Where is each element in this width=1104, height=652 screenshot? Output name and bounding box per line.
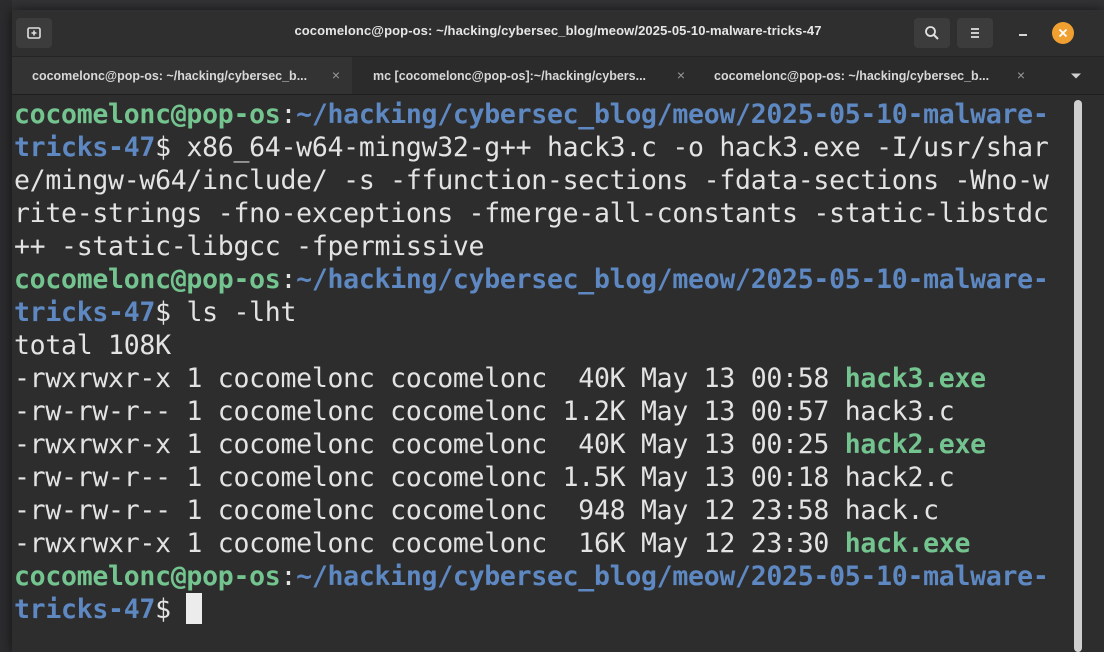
prompt-path: tricks-47 bbox=[14, 594, 156, 625]
file-name: hack3.c bbox=[844, 396, 955, 427]
close-button[interactable] bbox=[1052, 22, 1074, 44]
tab-close-icon[interactable]: × bbox=[1017, 67, 1025, 83]
search-button[interactable] bbox=[914, 18, 950, 48]
prompt-symbol: $ bbox=[155, 132, 187, 163]
text-cursor bbox=[186, 593, 203, 624]
title-bar[interactable]: cocomelonc@pop-os: ~/hacking/cybersec_bl… bbox=[12, 10, 1104, 57]
command-text: x86_64-w64-mingw32-g++ hack3.c -o hack3.… bbox=[186, 132, 1049, 163]
prompt-line: cocomelonc@pop-os:~/hacking/cybersec_blo… bbox=[14, 98, 1049, 131]
command-line: tricks-47$ x86_64-w64-mingw32-g++ hack3.… bbox=[14, 131, 1049, 164]
command-line: tricks-47$ bbox=[14, 593, 203, 626]
tab-label: cocomelonc@pop-os: ~/hacking/cybersec_b.… bbox=[714, 68, 990, 83]
output-total: total 108K bbox=[14, 330, 171, 361]
background-strip bbox=[0, 0, 12, 652]
terminal-window: cocomelonc@pop-os: ~/hacking/cybersec_bl… bbox=[12, 10, 1104, 652]
scrollbar-thumb[interactable] bbox=[1074, 100, 1082, 652]
tab-bar: cocomelonc@pop-os: ~/hacking/cybersec_b.… bbox=[12, 57, 1104, 95]
prompt-path: tricks-47 bbox=[14, 132, 156, 163]
prompt-symbol: $ bbox=[155, 297, 187, 328]
file-name: hack3.exe bbox=[844, 363, 986, 394]
file-meta: -rw-rw-r-- 1 cocomelonc cocomelonc 1.5K … bbox=[14, 462, 845, 493]
prompt-separator: : bbox=[280, 264, 297, 295]
file-row: -rwxrwxr-x 1 cocomelonc cocomelonc 40K M… bbox=[14, 428, 986, 461]
command-line: tricks-47$ ls -lht bbox=[14, 296, 296, 329]
tab-3[interactable]: cocomelonc@pop-os: ~/hacking/cybersec_b.… bbox=[697, 57, 1037, 94]
minimize-icon bbox=[1019, 34, 1027, 36]
file-name: hack2.exe bbox=[844, 429, 986, 460]
file-meta: -rwxrwxr-x 1 cocomelonc cocomelonc 40K M… bbox=[14, 429, 845, 460]
prompt-user: cocomelonc@pop-os bbox=[14, 561, 281, 592]
hamburger-menu-icon bbox=[971, 28, 979, 38]
search-icon bbox=[925, 26, 939, 40]
close-icon bbox=[1058, 28, 1068, 38]
file-row: -rw-rw-r-- 1 cocomelonc cocomelonc 1.5K … bbox=[14, 461, 955, 494]
command-continuation: e/mingw-w64/include/ -s -ffunction-secti… bbox=[14, 165, 1049, 196]
prompt-separator: : bbox=[280, 561, 297, 592]
chevron-down-icon bbox=[1071, 73, 1081, 78]
tab-label: mc [cocomelonc@pop-os]:~/hacking/cybers.… bbox=[373, 68, 647, 83]
tab-label: cocomelonc@pop-os: ~/hacking/cybersec_b.… bbox=[32, 68, 308, 83]
command-text: ls -lht bbox=[186, 297, 297, 328]
file-row: -rwxrwxr-x 1 cocomelonc cocomelonc 16K M… bbox=[14, 527, 970, 560]
prompt-path: ~/hacking/cybersec_blog/meow/2025-05-10-… bbox=[296, 99, 1049, 130]
prompt-path: tricks-47 bbox=[14, 297, 156, 328]
command-continuation: ++ -static-libgcc -fpermissive bbox=[14, 231, 485, 262]
prompt-user: cocomelonc@pop-os bbox=[14, 99, 281, 130]
file-meta: -rwxrwxr-x 1 cocomelonc cocomelonc 40K M… bbox=[14, 363, 845, 394]
file-meta: -rwxrwxr-x 1 cocomelonc cocomelonc 16K M… bbox=[14, 528, 845, 559]
minimize-button[interactable] bbox=[1012, 23, 1034, 45]
tab-2[interactable]: mc [cocomelonc@pop-os]:~/hacking/cybers.… bbox=[352, 57, 697, 94]
prompt-separator: : bbox=[280, 99, 297, 130]
file-row: -rw-rw-r-- 1 cocomelonc cocomelonc 948 M… bbox=[14, 494, 939, 527]
command-continuation: rite-strings -fno-exceptions -fmerge-all… bbox=[14, 198, 1049, 229]
tabs-dropdown-button[interactable] bbox=[1056, 57, 1096, 94]
file-meta: -rw-rw-r-- 1 cocomelonc cocomelonc 1.2K … bbox=[14, 396, 845, 427]
tab-close-icon[interactable]: × bbox=[332, 67, 340, 83]
file-name: hack.c bbox=[844, 495, 939, 526]
prompt-path: ~/hacking/cybersec_blog/meow/2025-05-10-… bbox=[296, 264, 1049, 295]
terminal-output[interactable]: cocomelonc@pop-os:~/hacking/cybersec_blo… bbox=[12, 95, 1074, 652]
tab-close-icon[interactable]: × bbox=[677, 67, 685, 83]
prompt-line: cocomelonc@pop-os:~/hacking/cybersec_blo… bbox=[14, 560, 1049, 593]
file-name: hack.exe bbox=[844, 528, 971, 559]
file-row: -rwxrwxr-x 1 cocomelonc cocomelonc 40K M… bbox=[14, 362, 986, 395]
file-row: -rw-rw-r-- 1 cocomelonc cocomelonc 1.2K … bbox=[14, 395, 955, 428]
prompt-line: cocomelonc@pop-os:~/hacking/cybersec_blo… bbox=[14, 263, 1049, 296]
prompt-user: cocomelonc@pop-os bbox=[14, 264, 281, 295]
tab-1[interactable]: cocomelonc@pop-os: ~/hacking/cybersec_b.… bbox=[12, 57, 352, 94]
prompt-symbol: $ bbox=[155, 594, 187, 625]
file-name: hack2.c bbox=[844, 462, 955, 493]
prompt-path: ~/hacking/cybersec_blog/meow/2025-05-10-… bbox=[296, 561, 1049, 592]
menu-button[interactable] bbox=[957, 18, 993, 48]
file-meta: -rw-rw-r-- 1 cocomelonc cocomelonc 948 M… bbox=[14, 495, 845, 526]
